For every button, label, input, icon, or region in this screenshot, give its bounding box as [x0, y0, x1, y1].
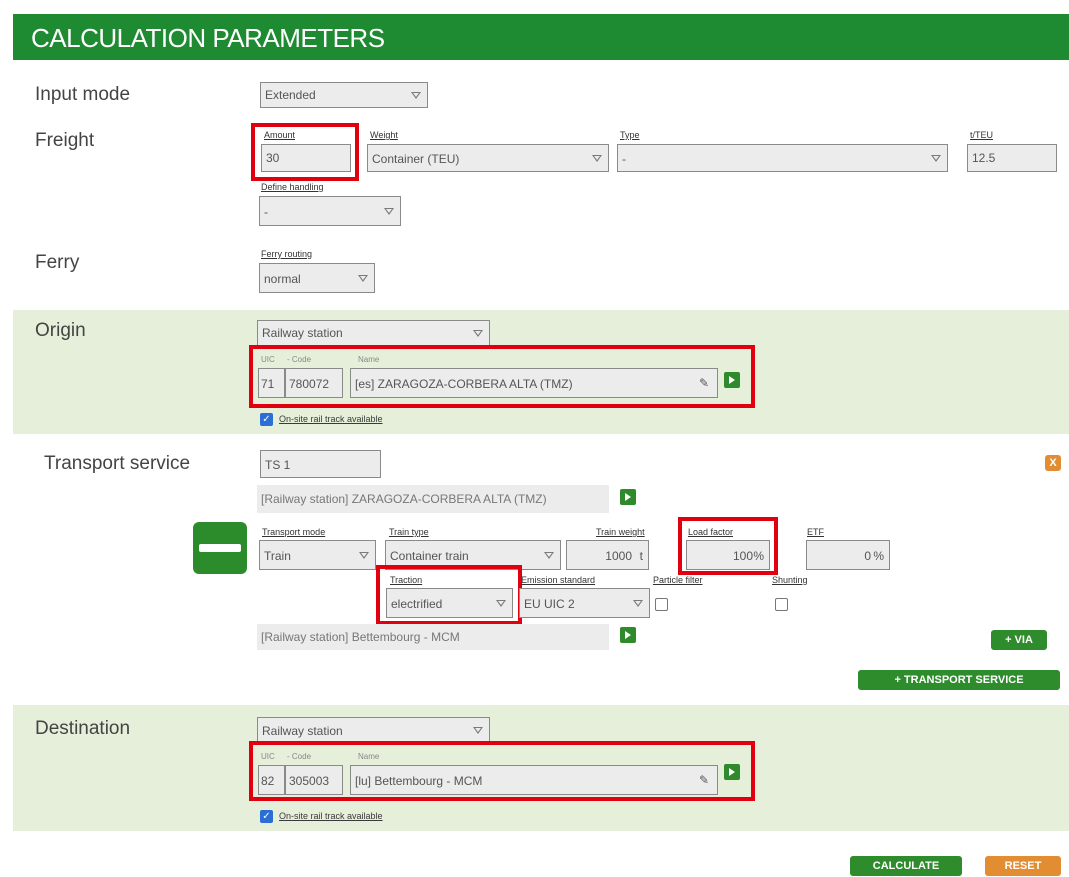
- chevron-down-icon: [473, 330, 483, 337]
- transport-mode-label: Transport mode: [262, 527, 326, 537]
- calculate-button[interactable]: CALCULATE: [850, 856, 962, 876]
- origin-type-select[interactable]: Railway station: [257, 320, 490, 346]
- particle-filter-label: Particle filter: [653, 575, 703, 585]
- handling-select[interactable]: -: [259, 196, 401, 226]
- chevron-down-icon: [633, 600, 643, 607]
- chevron-down-icon: [384, 208, 394, 215]
- destination-type-value: Railway station: [262, 724, 343, 738]
- train-type-value: Container train: [390, 549, 469, 563]
- chevron-down-icon: [931, 155, 941, 162]
- origin-label: Origin: [35, 320, 86, 341]
- add-via-button[interactable]: + VIA: [991, 630, 1047, 650]
- train-weight-unit: t: [639, 549, 643, 563]
- close-icon[interactable]: X: [1045, 455, 1061, 471]
- ferry-routing-select[interactable]: normal: [259, 263, 375, 293]
- destination-type-select[interactable]: Railway station: [257, 717, 490, 743]
- etf-label: ETF: [807, 527, 824, 537]
- weight-label: Weight: [370, 130, 398, 140]
- highlight-box: [678, 517, 778, 575]
- handling-label: Define handling: [261, 182, 324, 192]
- transport-service-name: TS 1: [265, 458, 291, 472]
- section-title: CALCULATION PARAMETERS: [31, 23, 385, 53]
- reset-button[interactable]: RESET: [985, 856, 1061, 876]
- train-type-label: Train type: [389, 527, 429, 537]
- transport-service-label: Transport service: [44, 453, 191, 474]
- add-transport-service-button[interactable]: + TRANSPORT SERVICE: [858, 670, 1060, 690]
- train-mode-icon: [193, 522, 247, 574]
- highlight-box: [249, 741, 755, 801]
- etf-value: 0: [864, 549, 871, 563]
- shunting-checkbox[interactable]: [775, 598, 788, 611]
- ferry-routing-value: normal: [264, 272, 301, 286]
- train-weight-value: 1000: [605, 549, 632, 563]
- highlight-box: [251, 123, 359, 181]
- weight-value: Container (TEU): [372, 152, 460, 166]
- chevron-down-icon: [358, 275, 368, 282]
- to-station-go-icon[interactable]: [620, 627, 636, 643]
- handling-value: -: [264, 205, 268, 219]
- type-value: -: [622, 152, 626, 166]
- emission-select[interactable]: EU UIC 2: [519, 588, 650, 618]
- teu-value: 12.5: [972, 151, 996, 165]
- train-weight-input[interactable]: 1000 t: [566, 540, 649, 570]
- input-mode-select[interactable]: Extended: [260, 82, 428, 108]
- transport-service-name-input[interactable]: TS 1: [260, 450, 381, 478]
- section-header: CALCULATION PARAMETERS: [13, 14, 1069, 60]
- freight-label: Freight: [35, 130, 95, 151]
- to-station-text: [Railway station] Bettembourg - MCM: [261, 630, 460, 644]
- weight-select[interactable]: Container (TEU): [367, 144, 609, 172]
- ferry-label: Ferry: [35, 252, 80, 273]
- emission-value: EU UIC 2: [524, 597, 575, 611]
- etf-unit: %: [873, 549, 884, 563]
- destination-label: Destination: [35, 718, 131, 739]
- transport-mode-value: Train: [264, 549, 291, 563]
- origin-rail-label: On-site rail track available: [279, 414, 383, 424]
- type-select[interactable]: -: [617, 144, 948, 172]
- origin-rail-checkbox[interactable]: ✓: [260, 413, 273, 426]
- ferry-routing-label: Ferry routing: [261, 249, 313, 259]
- chevron-down-icon: [411, 92, 421, 99]
- train-weight-label: Train weight: [596, 527, 645, 537]
- chevron-down-icon: [473, 727, 483, 734]
- teu-input[interactable]: 12.5: [967, 144, 1057, 172]
- from-station-go-icon[interactable]: [620, 489, 636, 505]
- emission-label: Emission standard: [521, 575, 596, 585]
- input-mode-value: Extended: [265, 88, 316, 102]
- teu-label: t/TEU: [970, 130, 994, 140]
- from-station: [Railway station] ZARAGOZA-CORBERA ALTA …: [257, 485, 609, 513]
- highlight-box: [376, 565, 522, 625]
- input-mode-label: Input mode: [35, 84, 131, 105]
- particle-filter-checkbox[interactable]: [655, 598, 668, 611]
- chevron-down-icon: [544, 552, 554, 559]
- chevron-down-icon: [592, 155, 602, 162]
- from-station-text: [Railway station] ZARAGOZA-CORBERA ALTA …: [261, 492, 547, 506]
- destination-rail-label: On-site rail track available: [279, 811, 383, 821]
- to-station: [Railway station] Bettembourg - MCM: [257, 624, 609, 650]
- etf-input[interactable]: 0 %: [806, 540, 890, 570]
- origin-type-value: Railway station: [262, 326, 343, 340]
- chevron-down-icon: [359, 552, 369, 559]
- shunting-label: Shunting: [772, 575, 808, 585]
- type-label: Type: [620, 130, 640, 140]
- destination-rail-checkbox[interactable]: ✓: [260, 810, 273, 823]
- transport-mode-select[interactable]: Train: [259, 540, 376, 570]
- highlight-box: [249, 345, 755, 408]
